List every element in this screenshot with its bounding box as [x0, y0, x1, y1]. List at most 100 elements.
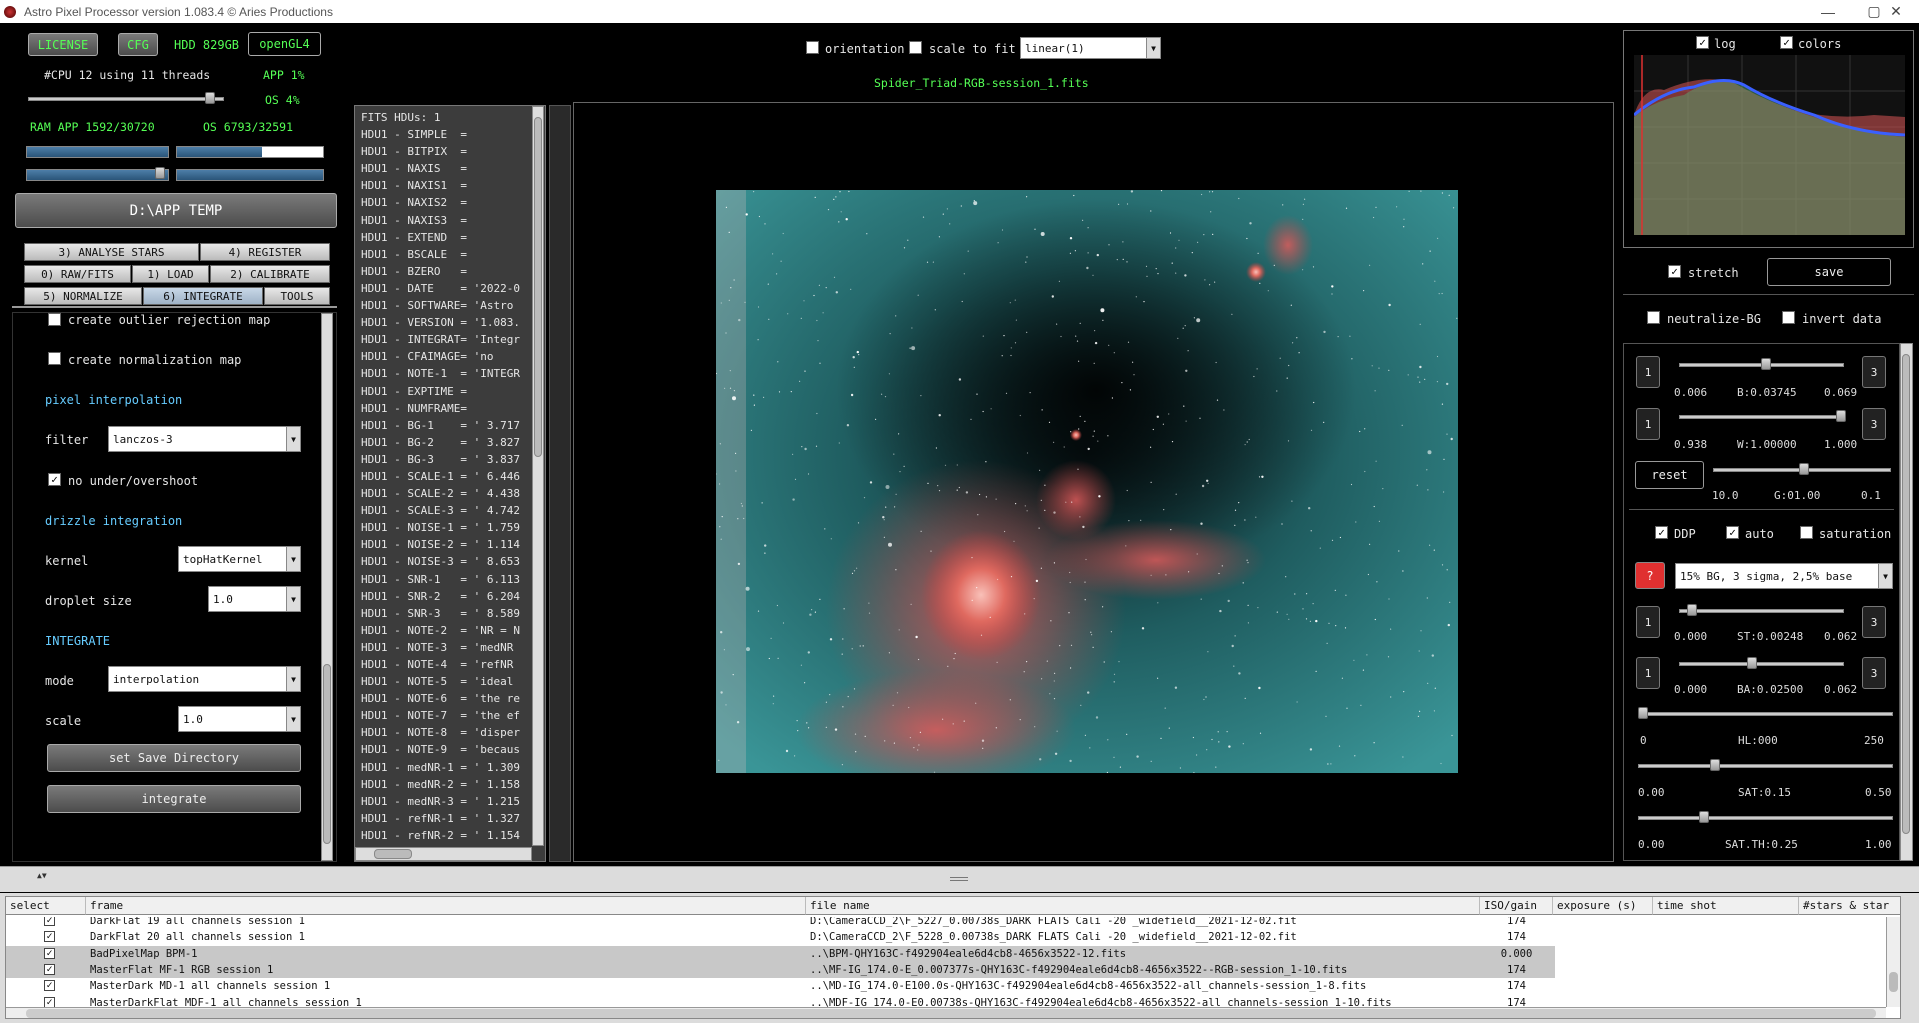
fits-horizontal-scrollbar[interactable]	[355, 847, 532, 861]
col-iso-gain[interactable]: ISO/gain	[1480, 897, 1553, 915]
satth-slider-thumb[interactable]	[1699, 811, 1709, 823]
scrollbar-thumb[interactable]	[1902, 354, 1910, 834]
minimize-icon[interactable]: —	[1805, 0, 1851, 23]
hl-slider-thumb[interactable]	[1638, 707, 1648, 719]
close-icon[interactable]: ✕	[1873, 0, 1919, 23]
stretch-checkbox[interactable]: ✓	[1668, 265, 1681, 278]
col-file-name[interactable]: file name	[806, 897, 1480, 915]
scrollbar-thumb[interactable]	[374, 849, 412, 859]
col-stars[interactable]: #stars & star	[1799, 897, 1900, 915]
table-row[interactable]: ✓ MasterFlat MF-1 RGB session 1 ..\MF-IG_1…	[6, 961, 1555, 978]
b-slider-thumb[interactable]	[1761, 358, 1771, 370]
satth-slider-track[interactable]	[1638, 816, 1893, 820]
normalization-map-checkbox[interactable]	[48, 352, 61, 365]
row-select-checkbox[interactable]: ✓	[44, 947, 55, 959]
cfg-button[interactable]: CFG	[118, 33, 158, 56]
row-select-checkbox[interactable]: ✓	[44, 963, 55, 975]
table-row[interactable]: ✓ BadPixelMap BPM-1 ..\BPM-QHY163C-f492904…	[6, 945, 1555, 962]
kernel-select[interactable]: topHatKernel ▼	[178, 546, 301, 572]
collapse-arrows-icon[interactable]: ▲▼	[37, 871, 47, 880]
w-slider-track[interactable]	[1679, 415, 1844, 419]
tab-integrate[interactable]: 6) INTEGRATE	[143, 287, 263, 305]
memory-slider-thumb[interactable]	[155, 167, 165, 179]
auto-checkbox[interactable]: ✓	[1726, 526, 1739, 539]
stretch-mode-select[interactable]: linear(1) ▼	[1020, 37, 1161, 59]
sat-slider-track[interactable]	[1638, 764, 1893, 768]
threads-slider-thumb[interactable]	[205, 92, 215, 104]
colors-checkbox[interactable]: ✓	[1780, 36, 1793, 49]
droplet-size-select[interactable]: 1.0 ▼	[208, 586, 301, 612]
scrollbar-thumb[interactable]	[323, 664, 331, 844]
w-increase-button[interactable]: 3	[1862, 408, 1886, 440]
license-button[interactable]: LICENSE	[28, 33, 98, 56]
tab-load[interactable]: 1) LOAD	[132, 265, 209, 283]
scrollbar-thumb[interactable]	[26, 1009, 1876, 1018]
bottom-splitter[interactable]: ▲▼	[0, 866, 1919, 892]
scrollbar-thumb[interactable]	[534, 117, 542, 457]
ba-slider-track[interactable]	[1679, 662, 1844, 666]
temp-directory-button[interactable]: D:\APP TEMP	[15, 193, 337, 228]
st-slider-track[interactable]	[1679, 609, 1844, 613]
invert-data-checkbox[interactable]	[1782, 311, 1795, 324]
st-increase-button[interactable]: 3	[1862, 606, 1886, 638]
frame-table[interactable]: select frame file name ISO/gain exposure…	[5, 896, 1901, 1019]
integrate-button[interactable]: integrate	[47, 785, 301, 813]
mode-select[interactable]: interpolation ▼	[108, 666, 301, 692]
table-vertical-scrollbar[interactable]	[1886, 917, 1900, 1007]
g-slider-thumb[interactable]	[1799, 463, 1809, 475]
neutralize-bg-checkbox[interactable]	[1647, 311, 1660, 324]
table-row[interactable]: ✓ MasterDark MD-1 all channels session 1.…	[6, 978, 1555, 995]
table-horizontal-scrollbar[interactable]	[6, 1007, 1886, 1018]
fits-vertical-scrollbar[interactable]	[532, 106, 544, 846]
tab-raw-fits[interactable]: 0) RAW/FITS	[24, 265, 131, 283]
save-button[interactable]: save	[1767, 258, 1891, 286]
ba-slider-thumb[interactable]	[1747, 657, 1757, 669]
help-button[interactable]: ?	[1635, 562, 1665, 589]
saturation-checkbox[interactable]	[1800, 526, 1813, 539]
ddp-preset-select[interactable]: 15% BG, 3 sigma, 2,5% base ▼	[1675, 563, 1893, 589]
col-time-shot[interactable]: time shot	[1653, 897, 1799, 915]
image-viewer[interactable]	[573, 102, 1614, 862]
sat-slider-thumb[interactable]	[1710, 759, 1720, 771]
ba-decrease-button[interactable]: 1	[1636, 657, 1660, 689]
row-select-checkbox[interactable]: ✓	[44, 931, 55, 943]
tab-normalize[interactable]: 5) NORMALIZE	[24, 287, 142, 305]
scrollbar-thumb[interactable]	[1889, 972, 1898, 992]
table-row[interactable]: ✓ DarkFlat 20 all channels session 1 D:\Ca…	[6, 929, 1555, 946]
ddp-checkbox[interactable]: ✓	[1655, 526, 1668, 539]
hl-slider-track[interactable]	[1638, 712, 1893, 716]
table-row[interactable]: ✓ DarkFlat 19 all channels session 1 D:\Ca…	[6, 917, 1555, 929]
reset-button[interactable]: reset	[1635, 461, 1704, 489]
st-decrease-button[interactable]: 1	[1636, 606, 1660, 638]
panel-collapse-handle[interactable]	[549, 105, 571, 862]
log-checkbox[interactable]: ✓	[1696, 36, 1709, 49]
tab-tools[interactable]: TOOLS	[264, 287, 330, 305]
tab-analyse-stars[interactable]: 3) ANALYSE STARS	[24, 243, 199, 261]
integrate-panel-scrollbar[interactable]	[321, 313, 333, 861]
col-frame[interactable]: frame	[86, 897, 806, 915]
filter-select[interactable]: lanczos-3 ▼	[108, 426, 301, 452]
w-decrease-button[interactable]: 1	[1636, 408, 1660, 440]
st-slider-thumb[interactable]	[1687, 604, 1697, 616]
row-select-checkbox[interactable]: ✓	[44, 980, 55, 992]
orientation-checkbox[interactable]	[806, 41, 819, 54]
row-select-checkbox[interactable]: ✓	[44, 917, 55, 926]
threads-slider-track[interactable]	[28, 97, 224, 101]
tab-calibrate[interactable]: 2) CALIBRATE	[210, 265, 330, 283]
no-overshoot-checkbox[interactable]: ✓	[48, 473, 61, 486]
outlier-map-checkbox[interactable]	[48, 313, 61, 326]
scale-to-fit-checkbox[interactable]	[909, 41, 922, 54]
row-select-checkbox[interactable]: ✓	[44, 996, 55, 1008]
col-exposure[interactable]: exposure (s)	[1553, 897, 1653, 915]
col-select[interactable]: select	[6, 897, 86, 915]
splitter-grip-icon[interactable]	[950, 877, 968, 881]
set-save-directory-button[interactable]: set Save Directory	[47, 744, 301, 772]
ba-increase-button[interactable]: 3	[1862, 657, 1886, 689]
w-slider-thumb[interactable]	[1836, 410, 1846, 422]
b-decrease-button[interactable]: 1	[1636, 356, 1660, 388]
tab-register[interactable]: 4) REGISTER	[200, 243, 330, 261]
right-panel-scrollbar[interactable]	[1900, 343, 1913, 861]
opengl-button[interactable]: openGL4	[248, 32, 321, 56]
scale-select[interactable]: 1.0 ▼	[178, 706, 301, 732]
b-increase-button[interactable]: 3	[1862, 356, 1886, 388]
